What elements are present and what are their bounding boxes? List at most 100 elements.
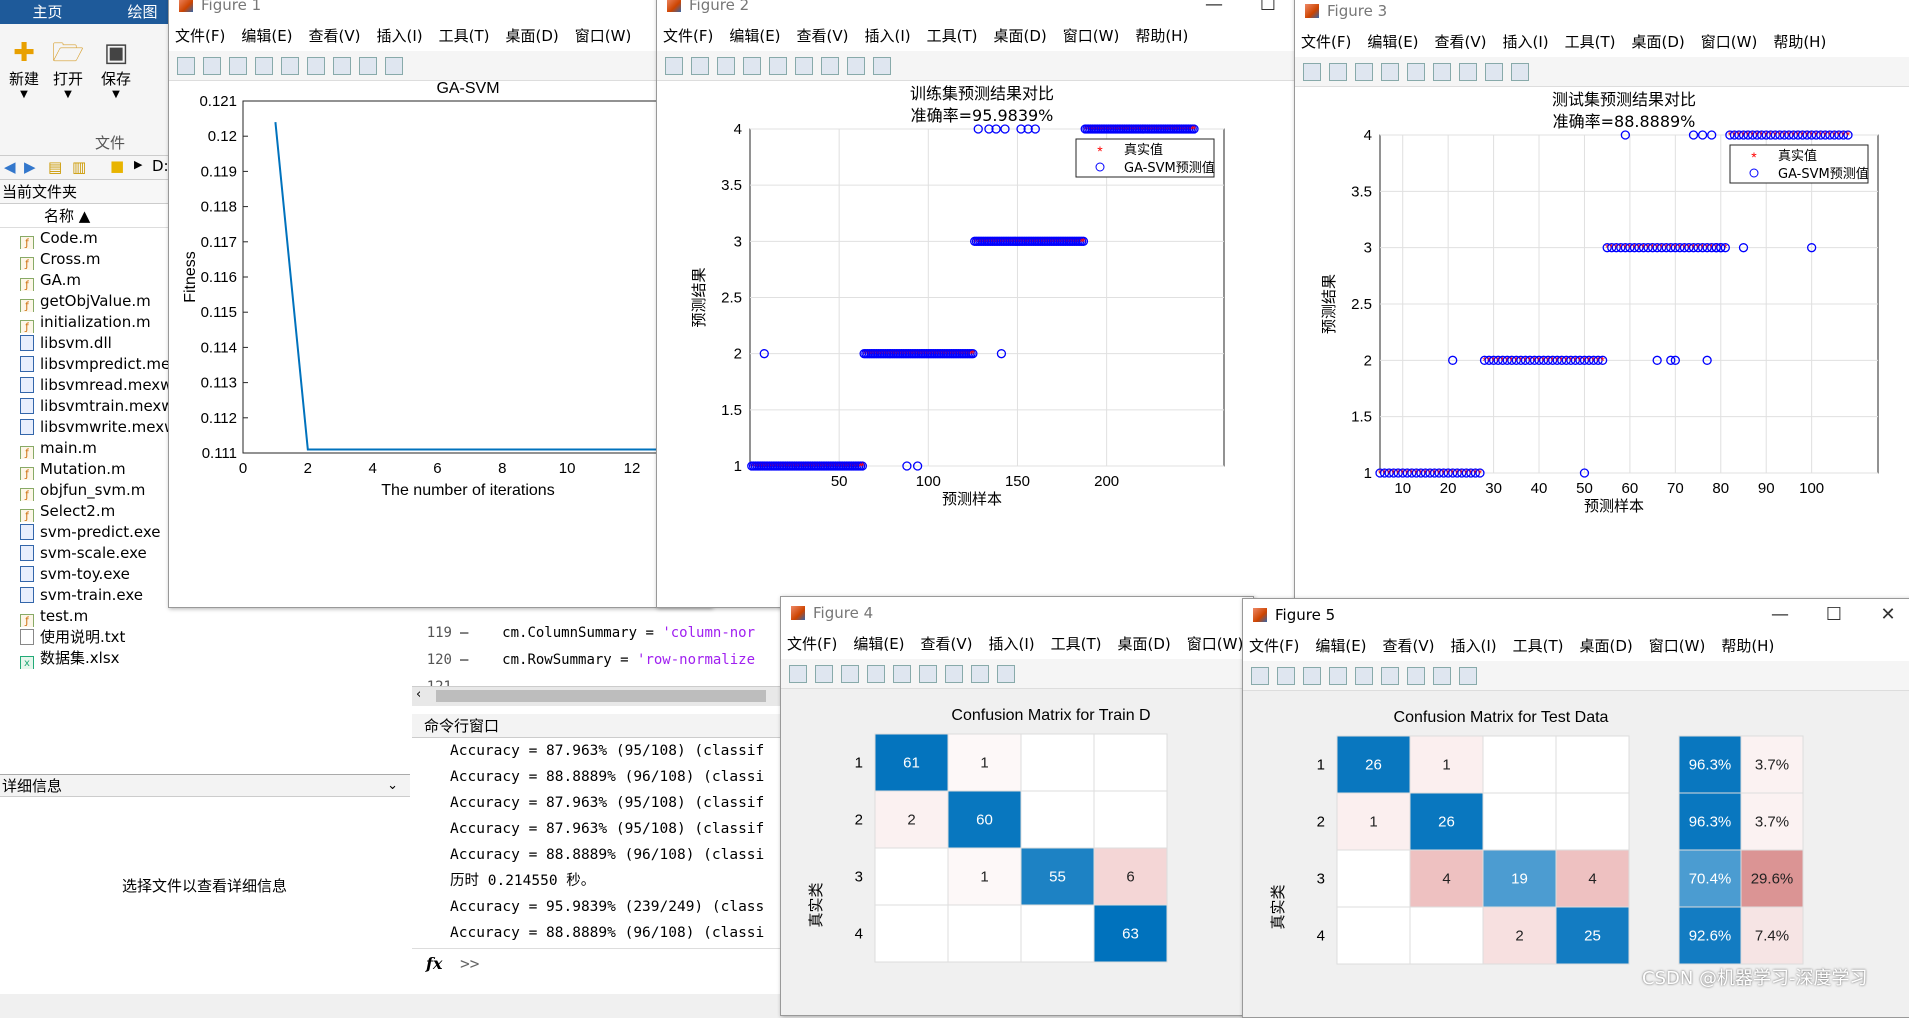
pointer-icon[interactable] [359,57,377,75]
file-item[interactable]: ƒ getObjValue.m [0,291,170,312]
code-line[interactable]: 119 — cm.ColumnSummary = 'column-nor [412,620,780,647]
colorbar-icon[interactable] [1433,63,1451,81]
file-item[interactable]: x 数据集.xlsx [0,648,170,669]
menu-item[interactable]: 工具(T) [927,27,978,45]
save-icon[interactable] [717,57,735,75]
menu-item[interactable]: 桌面(D) [1632,33,1685,51]
menu-item[interactable]: 插入(I) [1503,33,1549,51]
colorbar-icon[interactable] [919,665,937,683]
file-item[interactable]: svm-toy.exe [0,564,170,585]
menu-item[interactable]: 帮助(H) [1135,27,1188,45]
menu-item[interactable]: 窗口(W) [1649,637,1706,655]
legend-icon[interactable] [1407,667,1425,685]
print-icon[interactable] [743,57,761,75]
tab-home[interactable]: 主页 [0,0,95,24]
file-item[interactable]: ƒ Code.m [0,228,170,249]
file-item[interactable]: ƒ main.m [0,438,170,459]
open-icon[interactable] [691,57,709,75]
open-icon[interactable] [815,665,833,683]
pointer-icon[interactable] [1433,667,1451,685]
menu-item[interactable]: 编辑(E) [1367,33,1418,51]
file-item[interactable]: ƒ Cross.m [0,249,170,270]
colorbar-icon[interactable] [307,57,325,75]
forward-icon[interactable]: ▶ [24,158,36,176]
chevron-down-icon[interactable]: ⌄ [387,775,398,797]
save-icon[interactable] [841,665,859,683]
legend-icon[interactable] [1459,63,1477,81]
save-icon[interactable] [1355,63,1373,81]
new-figure-icon[interactable] [1303,63,1321,81]
path-text[interactable]: D: [152,157,169,175]
colorbar-icon[interactable] [795,57,813,75]
file-item[interactable]: svm-train.exe [0,585,170,606]
file-item[interactable]: ƒ test.m [0,606,170,627]
menu-item[interactable]: 插入(I) [865,27,911,45]
property-editor-icon[interactable] [873,57,891,75]
open-icon[interactable] [1329,63,1347,81]
menu-item[interactable]: 工具(T) [1513,637,1564,655]
menu-item[interactable]: 窗口(W) [1701,33,1758,51]
link-icon[interactable] [893,665,911,683]
file-item[interactable]: svm-scale.exe [0,543,170,564]
menu-item[interactable]: 文件(F) [787,635,837,653]
file-item[interactable]: libsvmtrain.mexw [0,396,170,417]
file-item[interactable]: libsvmwrite.mexw [0,417,170,438]
legend-icon[interactable] [821,57,839,75]
menu-item[interactable]: 查看(V) [1435,33,1487,51]
file-item[interactable]: libsvm.dll [0,333,170,354]
menu-item[interactable]: 工具(T) [1565,33,1616,51]
menu-item[interactable]: 编辑(E) [1315,637,1366,655]
scroll-thumb[interactable] [436,690,766,702]
menu-item[interactable]: 编辑(E) [241,27,292,45]
property-editor-icon[interactable] [997,665,1015,683]
menu-item[interactable]: 窗口(W) [1187,635,1244,653]
open-button[interactable]: 🗁 打开 ▼ [44,38,92,100]
maximize-icon[interactable]: ☐ [1241,0,1295,21]
back-icon[interactable]: ◀ [4,158,16,176]
up-folder-icon[interactable]: ▤ [48,158,62,176]
file-item[interactable]: ƒ GA.m [0,270,170,291]
maximize-icon[interactable]: ☐ [1807,599,1861,631]
menu-item[interactable]: 编辑(E) [729,27,780,45]
editor-horizontal-scrollbar[interactable]: ‹ [412,686,780,706]
legend-icon[interactable] [945,665,963,683]
browse-icon[interactable]: ▥ [72,158,86,176]
menu-item[interactable]: 插入(I) [1451,637,1497,655]
menu-item[interactable]: 窗口(W) [575,27,632,45]
menu-item[interactable]: 工具(T) [439,27,490,45]
menu-item[interactable]: 查看(V) [1383,637,1435,655]
new-figure-icon[interactable] [1251,667,1269,685]
menu-item[interactable]: 文件(F) [1301,33,1351,51]
print-icon[interactable] [1381,63,1399,81]
property-editor-icon[interactable] [1459,667,1477,685]
new-figure-icon[interactable] [177,57,195,75]
file-item[interactable]: ƒ Select2.m [0,501,170,522]
minimize-icon[interactable]: — [1753,599,1807,631]
file-item[interactable]: libsvmpredict.mexw [0,354,170,375]
link-icon[interactable] [769,57,787,75]
scroll-left-icon[interactable]: ‹ [416,687,421,702]
file-item[interactable]: 使用说明.txt [0,627,170,648]
link-icon[interactable] [1355,667,1373,685]
menu-item[interactable]: 帮助(H) [1773,33,1826,51]
print-icon[interactable] [255,57,273,75]
address-bar[interactable]: ◀ ▶ ▤ ▥ ■ ▶ D: [0,156,190,180]
code-line[interactable]: 120 — cm.RowSummary = 'row-normalize [412,647,780,674]
details-header[interactable]: 详细信息 ⌄ [0,775,410,797]
menu-item[interactable]: 插入(I) [377,27,423,45]
new-figure-icon[interactable] [789,665,807,683]
name-column-header[interactable]: 名称 ▲ [0,204,170,228]
file-item[interactable]: ƒ objfun_svm.m [0,480,170,501]
menu-item[interactable]: 查看(V) [921,635,973,653]
menu-item[interactable]: 桌面(D) [1118,635,1171,653]
pointer-icon[interactable] [847,57,865,75]
command-prompt[interactable]: fx >> [412,948,780,978]
save-icon[interactable] [229,57,247,75]
menu-item[interactable]: 桌面(D) [506,27,559,45]
file-item[interactable]: svm-predict.exe [0,522,170,543]
menu-item[interactable]: 工具(T) [1051,635,1102,653]
file-item[interactable]: libsvmread.mexw [0,375,170,396]
save-icon[interactable] [1303,667,1321,685]
menu-item[interactable]: 查看(V) [309,27,361,45]
close-icon[interactable]: ✕ [1861,599,1909,631]
